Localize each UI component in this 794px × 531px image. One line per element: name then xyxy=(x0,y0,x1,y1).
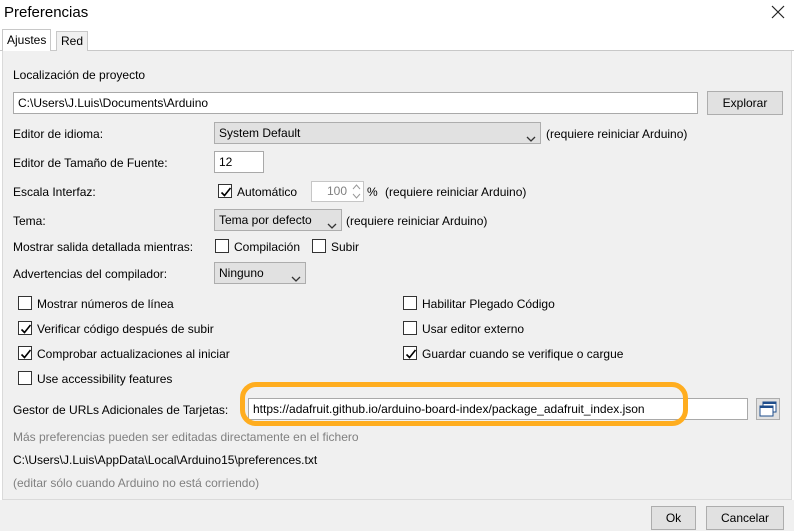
scale-auto-label: Automático xyxy=(237,185,298,199)
language-restart-note: (requiere reiniciar Arduino) xyxy=(546,127,688,141)
option-updates-checkbox[interactable] xyxy=(18,346,32,360)
close-icon[interactable] xyxy=(768,1,788,23)
option-external-editor-checkbox[interactable] xyxy=(403,321,417,335)
checkmark-icon xyxy=(405,349,417,359)
option-line-numbers-label: Mostrar números de línea xyxy=(37,297,174,311)
verbose-compile-checkbox[interactable] xyxy=(215,239,229,253)
option-save-on-verify-checkbox[interactable] xyxy=(403,346,417,360)
option-accessibility-checkbox[interactable] xyxy=(18,371,32,385)
verbose-upload-label: Subir xyxy=(331,240,360,254)
tab-ajustes[interactable]: Ajustes xyxy=(2,29,52,52)
checkmark-icon xyxy=(220,187,232,197)
sketchbook-path-input[interactable]: C:\Users\J.Luis\Documents\Arduino xyxy=(13,92,698,114)
option-accessibility-label: Use accessibility features xyxy=(37,372,173,386)
sketchbook-label: Localización de proyecto xyxy=(13,68,146,82)
font-size-label: Editor de Tamaño de Fuente: xyxy=(13,156,168,170)
warnings-label: Advertencias del compilador: xyxy=(13,267,168,281)
tab-strip: Ajustes Red xyxy=(0,29,794,52)
board-urls-label: Gestor de URLs Adicionales de Tarjetas: xyxy=(13,403,229,417)
checkmark-icon xyxy=(20,324,32,334)
option-verify-label: Verificar código después de subir xyxy=(37,322,214,336)
theme-restart-note: (requiere reiniciar Arduino) xyxy=(346,214,488,228)
verbose-upload-checkbox[interactable] xyxy=(312,239,326,253)
dialog-footer: Ok Cancelar xyxy=(0,500,794,531)
option-folding-label: Habilitar Plegado Código xyxy=(422,297,555,311)
scale-label: Escala Interfaz: xyxy=(13,185,96,199)
chevron-down-icon xyxy=(327,216,337,236)
option-external-editor-label: Usar editor externo xyxy=(422,322,525,336)
edit-warning-note: (editar sólo cuando Arduino no está corr… xyxy=(13,476,260,490)
window-list-icon xyxy=(759,401,777,417)
option-updates-label: Comprobar actualizaciones al iniciar xyxy=(37,347,230,361)
scale-value: 100 xyxy=(326,184,347,198)
scale-auto-checkbox[interactable] xyxy=(218,184,232,198)
title-bar: Preferencias xyxy=(0,0,794,28)
language-select[interactable]: System Default xyxy=(214,122,541,144)
chevron-down-icon xyxy=(291,269,301,289)
window-title: Preferencias xyxy=(4,4,89,21)
option-line-numbers-checkbox[interactable] xyxy=(18,296,32,310)
language-label: Editor de idioma: xyxy=(13,127,104,141)
warnings-select-value: Ninguno xyxy=(219,266,264,280)
option-save-on-verify-label: Guardar cuando se verifique o cargue xyxy=(422,347,624,361)
chevron-down-icon xyxy=(526,129,536,149)
verbose-label: Mostrar salida detallada mientras: xyxy=(13,240,194,254)
theme-select-value: Tema por defecto xyxy=(219,213,312,227)
option-folding-checkbox[interactable] xyxy=(403,296,417,310)
theme-select[interactable]: Tema por defecto xyxy=(214,209,342,231)
more-prefs-note: Más preferencias pueden ser editadas dir… xyxy=(13,430,359,444)
scale-spinner[interactable]: 100 xyxy=(311,181,364,202)
warnings-select[interactable]: Ninguno xyxy=(214,262,306,284)
option-verify-checkbox[interactable] xyxy=(18,321,32,335)
ok-button[interactable]: Ok xyxy=(651,506,696,530)
spinner-arrows-icon xyxy=(352,183,361,203)
theme-label: Tema: xyxy=(13,214,46,228)
verbose-compile-label: Compilación xyxy=(234,240,301,254)
browse-button[interactable]: Explorar xyxy=(707,91,783,115)
scale-restart-note: (requiere reiniciar Arduino) xyxy=(385,185,527,199)
edit-urls-button[interactable] xyxy=(756,398,780,420)
highlight-annotation xyxy=(240,382,688,426)
cancel-button[interactable]: Cancelar xyxy=(706,506,784,530)
language-select-value: System Default xyxy=(219,126,301,140)
tab-red[interactable]: Red xyxy=(56,31,89,51)
checkmark-icon xyxy=(20,349,32,359)
preferences-file-path: C:\Users\J.Luis\AppData\Local\Arduino15\… xyxy=(13,453,318,467)
font-size-input[interactable]: 12 xyxy=(214,151,264,173)
scale-unit: % xyxy=(367,185,378,199)
